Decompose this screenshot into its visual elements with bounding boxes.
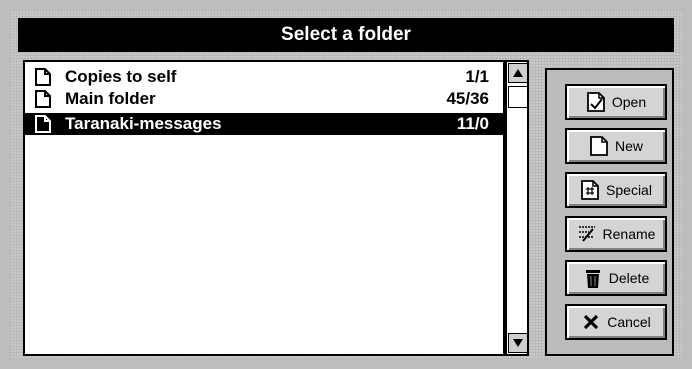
cancel-button-label: Cancel bbox=[607, 314, 651, 330]
action-button-panel: Open New Special Rename Delete Cancel bbox=[545, 68, 674, 356]
select-folder-dialog: Select a folder Copies to self 1/1 Main … bbox=[0, 0, 692, 369]
folder-list-item-main-folder[interactable]: Main folder 45/36 bbox=[25, 88, 503, 110]
trash-can-icon bbox=[585, 270, 600, 288]
new-button-label: New bbox=[614, 138, 643, 154]
folder-file-icon bbox=[35, 90, 51, 108]
folder-list-scrollbar[interactable] bbox=[505, 60, 529, 356]
cancel-button[interactable]: Cancel bbox=[565, 304, 667, 340]
open-document-icon bbox=[586, 92, 605, 112]
scroll-up-arrow-icon bbox=[513, 69, 523, 77]
dialog-title: Select a folder bbox=[18, 18, 674, 52]
special-button[interactable]: Special bbox=[565, 172, 667, 208]
new-button[interactable]: New bbox=[565, 128, 667, 164]
special-document-icon bbox=[581, 180, 599, 200]
open-button-label: Open bbox=[611, 94, 647, 110]
folder-name: Copies to self bbox=[65, 67, 177, 86]
folder-list-item-copies-to-self[interactable]: Copies to self 1/1 bbox=[25, 66, 503, 88]
folder-message-count: 11/0 bbox=[456, 114, 489, 133]
open-button[interactable]: Open bbox=[565, 84, 667, 120]
special-button-label: Special bbox=[606, 182, 652, 198]
folder-message-count: 45/36 bbox=[446, 89, 489, 108]
folder-message-count: 1/1 bbox=[465, 67, 489, 86]
scroll-down-button[interactable] bbox=[508, 333, 528, 353]
delete-button-label: Delete bbox=[608, 270, 650, 286]
delete-button[interactable]: Delete bbox=[565, 260, 667, 296]
close-x-icon bbox=[584, 314, 599, 330]
folder-file-icon bbox=[35, 68, 51, 86]
folder-list-item-taranaki-messages[interactable]: Taranaki-messages 11/0 bbox=[25, 113, 503, 135]
rename-icon bbox=[578, 226, 595, 242]
folder-file-icon bbox=[35, 115, 51, 133]
folder-name: Main folder bbox=[65, 89, 156, 108]
folder-name: Taranaki-messages bbox=[65, 114, 222, 133]
new-document-icon bbox=[590, 136, 608, 156]
scroll-down-arrow-icon bbox=[513, 339, 523, 347]
scroll-up-button[interactable] bbox=[508, 63, 528, 83]
rename-button[interactable]: Rename bbox=[565, 216, 667, 252]
folder-list[interactable]: Copies to self 1/1 Main folder 45/36 Tar… bbox=[23, 60, 505, 356]
scroll-thumb[interactable] bbox=[508, 86, 528, 108]
rename-button-label: Rename bbox=[602, 226, 656, 242]
